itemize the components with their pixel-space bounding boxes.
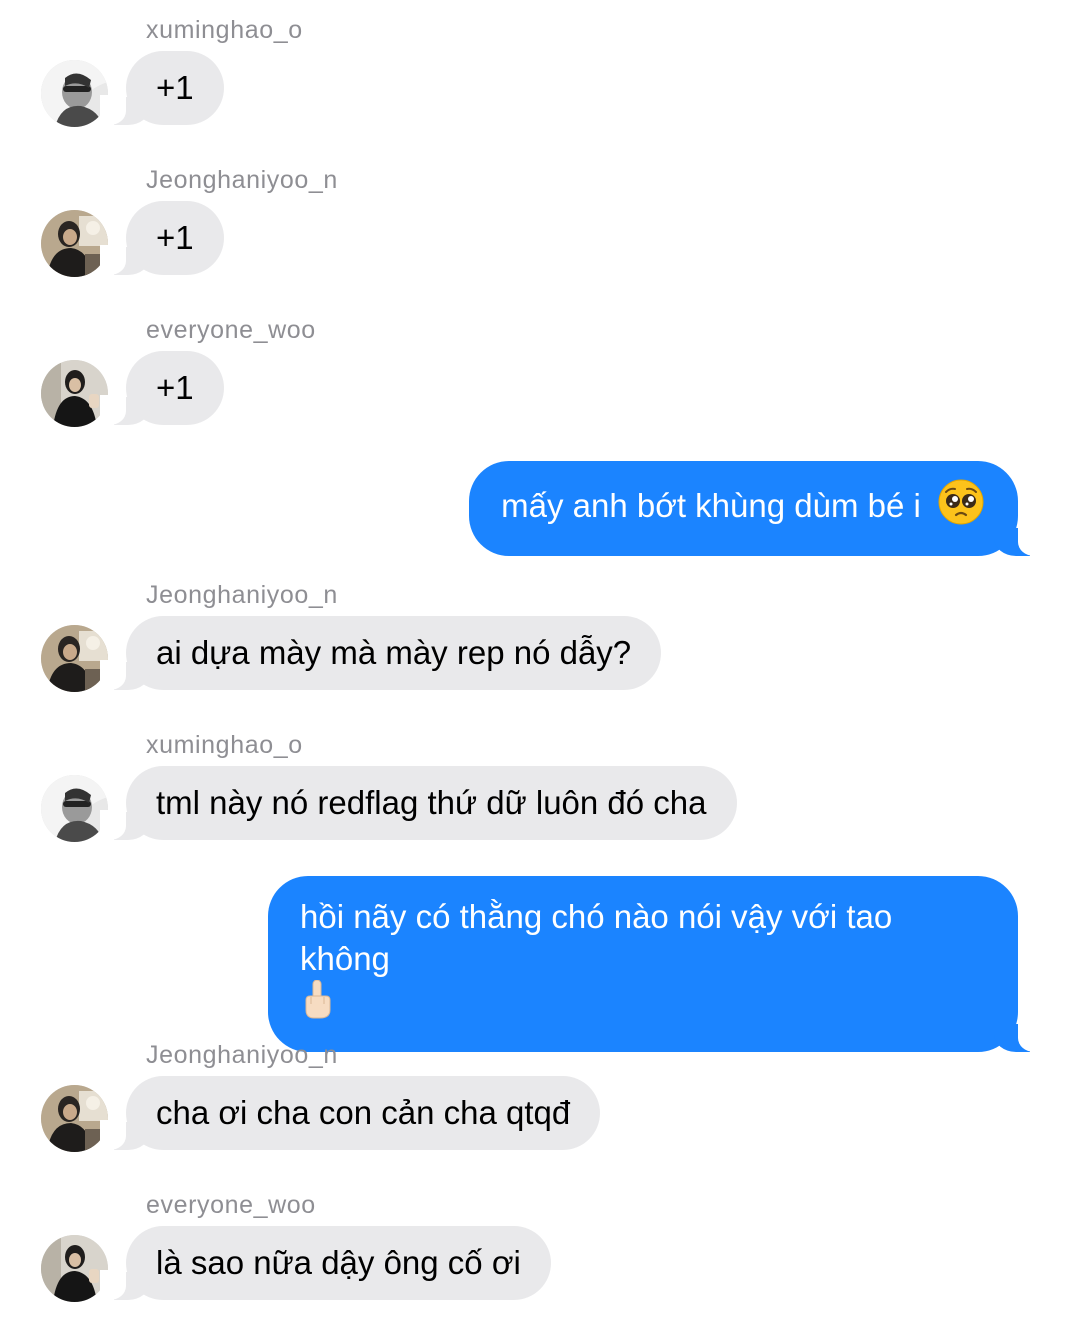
- avatar[interactable]: [41, 775, 108, 842]
- sender-name: everyone_woo: [146, 316, 316, 344]
- middle-finger-icon: [300, 979, 334, 1030]
- avatar[interactable]: [41, 210, 108, 277]
- message-text: mấy anh bớt khùng dùm bé i: [501, 487, 921, 525]
- sender-name: everyone_woo: [146, 1191, 316, 1219]
- message-text: ai dựa mày mà mày rep nó dẫy?: [156, 634, 632, 671]
- avatar[interactable]: [41, 60, 108, 127]
- incoming-message-bubble[interactable]: +1: [100, 51, 224, 125]
- sender-name: Jeonghaniyoo_n: [146, 1041, 338, 1069]
- incoming-message-bubble[interactable]: tml này nó redflag thứ dữ luôn đó cha: [100, 766, 737, 840]
- sender-name: xuminghao_o: [146, 16, 303, 44]
- avatar[interactable]: [41, 360, 108, 427]
- avatar[interactable]: [41, 625, 108, 692]
- message-text: +1: [156, 219, 194, 256]
- sender-name: xuminghao_o: [146, 731, 303, 759]
- message-text: là sao nữa dậy ông cố ơi: [156, 1244, 521, 1281]
- incoming-message-bubble[interactable]: là sao nữa dậy ông cố ơi: [100, 1226, 551, 1300]
- pleading-face-icon: [938, 479, 984, 534]
- incoming-message-bubble[interactable]: ai dựa mày mà mày rep nó dẫy?: [99, 616, 662, 690]
- avatar[interactable]: [41, 1235, 108, 1302]
- message-text: cha ơi cha con cản cha qtqđ: [156, 1094, 571, 1131]
- outgoing-message-bubble[interactable]: hồi nãy có thằng chó nào nói vậy với tao…: [268, 876, 1044, 1052]
- incoming-message-bubble[interactable]: +1: [100, 201, 224, 275]
- sender-name: Jeonghaniyoo_n: [146, 166, 338, 194]
- incoming-message-bubble[interactable]: +1: [100, 351, 224, 425]
- avatar[interactable]: [41, 1085, 108, 1152]
- outgoing-message-bubble[interactable]: mấy anh bớt khùng dùm bé i: [469, 461, 1044, 556]
- message-text: +1: [156, 69, 194, 106]
- sender-name: Jeonghaniyoo_n: [146, 581, 338, 609]
- message-text: tml này nó redflag thứ dữ luôn đó cha: [156, 784, 707, 821]
- incoming-message-bubble[interactable]: cha ơi cha con cản cha qtqđ: [99, 1076, 601, 1150]
- message-text: +1: [156, 369, 194, 406]
- message-text: hồi nãy có thằng chó nào nói vậy với tao…: [300, 898, 893, 977]
